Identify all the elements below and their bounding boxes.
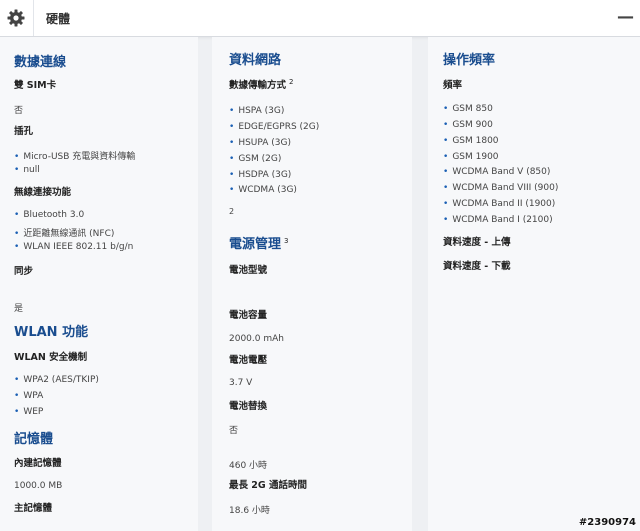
- wlan-security-label: WLAN 安全機制: [14, 352, 88, 363]
- standby-time-value: 460 小時: [229, 461, 268, 471]
- dual-sim-value: 否: [14, 106, 24, 116]
- battery-capacity-label: 電池容量: [229, 310, 268, 321]
- sync-label: 同步: [14, 266, 34, 277]
- sync-value: 是: [14, 304, 24, 314]
- section-heading-wlan: WLAN 功能: [14, 325, 89, 340]
- section-heading-frequency: 操作頻率: [443, 53, 496, 68]
- list-item: • WLAN IEEE 802.11 b/g/n: [14, 242, 134, 252]
- column-data-connectivity: 數據連線 雙 SIM卡 否 插孔 • Micro-USB 充電與資料傳輸 • nul…: [0, 37, 198, 531]
- upload-speed-label: 資料速度 - 上傳: [443, 237, 511, 248]
- list-item: • WPA: [14, 391, 44, 401]
- list-item: • WCDMA (3G): [229, 185, 297, 195]
- list-item: • Micro-USB 充電與資料傳輸: [14, 152, 136, 162]
- section-heading-power: 電源管理 3: [229, 236, 289, 252]
- battery-voltage-value: 3.7 V: [229, 378, 253, 388]
- frequency-label: 頻率: [443, 80, 463, 91]
- toolbar-divider: [33, 0, 34, 36]
- download-speed-label: 資料速度 - 下載: [443, 261, 511, 272]
- talk-time-label: 最長 2G 通話時間: [229, 480, 308, 491]
- list-item: • WCDMA Band I (2100): [443, 215, 553, 225]
- battery-voltage-label: 電池電壓: [229, 355, 268, 366]
- footnote-marker: 2: [229, 207, 235, 216]
- battery-replace-value: 否: [229, 426, 239, 436]
- section-heading-data-network: 資料網路: [229, 53, 282, 68]
- list-item: • WEP: [14, 407, 44, 417]
- list-item: • WCDMA Band VIII (900): [443, 183, 559, 193]
- list-item: • WPA2 (AES/TKIP): [14, 375, 99, 385]
- list-item: • EDGE/EGPRS (2G): [229, 122, 320, 132]
- column-data-network: 資料網路 數據傳輸方式 2 • HSPA (3G) • EDGE/EGPRS (2G)…: [212, 37, 412, 531]
- list-item: • null: [14, 165, 40, 175]
- wireless-label: 無線連接功能: [14, 187, 72, 198]
- top-bar: 硬體 —: [0, 0, 640, 37]
- section-heading-data-connectivity: 數據連線: [14, 55, 67, 70]
- battery-type-label: 電池型號: [229, 265, 268, 276]
- watermark-text: #2390974: [578, 517, 636, 528]
- gear-icon[interactable]: [6, 8, 26, 28]
- dual-sim-label: 雙 SIM卡: [14, 80, 57, 91]
- battery-capacity-value: 2000.0 mAh: [229, 334, 284, 344]
- list-item: • WCDMA Band II (1900): [443, 199, 556, 209]
- list-item: • GSM 1800: [443, 136, 499, 146]
- transfer-label: 數據傳輸方式 2: [229, 77, 294, 91]
- list-item: • GSM 1900: [443, 152, 499, 162]
- talk-time-value: 18.6 小時: [229, 506, 270, 516]
- main-memory-label: 主記憶體: [14, 503, 53, 514]
- column-operating-frequency: 操作頻率 頻率 • GSM 850 • GSM 900 • GSM 1800 • GSM…: [428, 37, 640, 531]
- battery-replace-label: 電池替換: [229, 401, 268, 412]
- list-item: • GSM (2G): [229, 154, 282, 164]
- list-item: • WCDMA Band V (850): [443, 167, 551, 177]
- page-title: 硬體: [46, 12, 71, 26]
- collapse-button[interactable]: —: [617, 7, 634, 27]
- list-item: • 近距離無線通訊 (NFC): [14, 229, 115, 239]
- list-item: • HSPA (3G): [229, 106, 285, 116]
- internal-memory-value: 1000.0 MB: [14, 481, 63, 491]
- list-item: • HSUPA (3G): [229, 138, 291, 148]
- list-item: • HSDPA (3G): [229, 170, 292, 180]
- list-item: • GSM 850: [443, 104, 493, 114]
- list-item: • Bluetooth 3.0: [14, 210, 85, 220]
- list-item: • GSM 900: [443, 120, 493, 130]
- internal-memory-label: 內建記憶體: [14, 458, 62, 469]
- section-heading-memory: 記憶體: [14, 432, 54, 447]
- slots-label: 插孔: [14, 126, 34, 137]
